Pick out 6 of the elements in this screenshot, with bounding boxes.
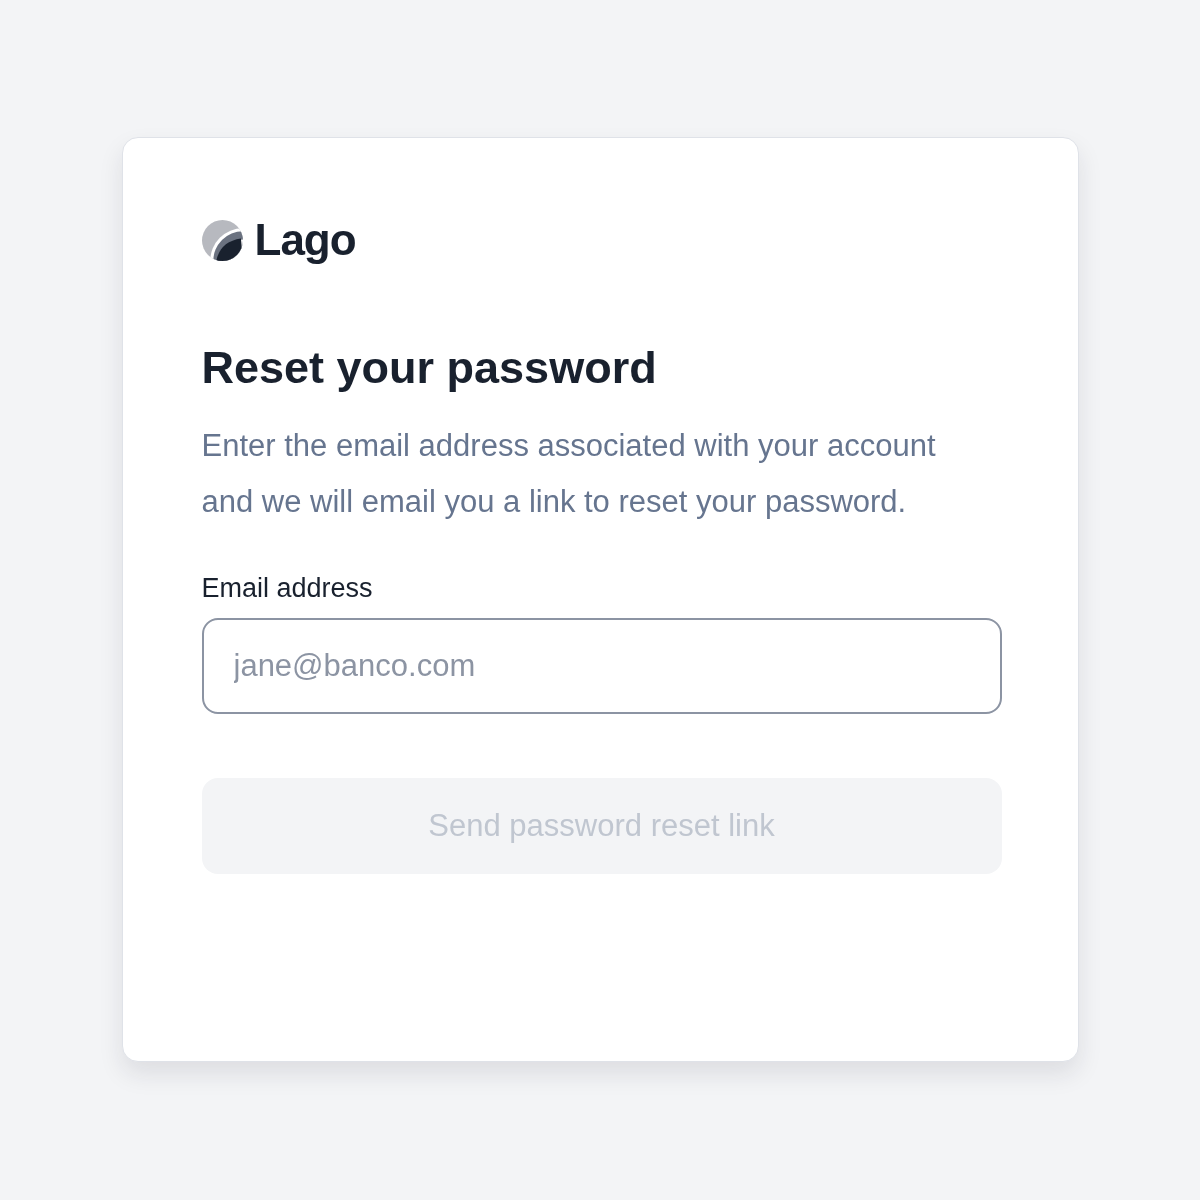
description-text: Enter the email address associated with your account and we will email you a link to reset your password. <box>201 427 937 521</box>
logo-icon <box>201 219 243 261</box>
field-label: Email address <box>201 572 374 605</box>
page-title: Reset your password <box>201 341 658 395</box>
email-field[interactable]: jane@banco.com <box>201 618 1002 714</box>
logo-wordmark: Lago <box>254 218 356 262</box>
